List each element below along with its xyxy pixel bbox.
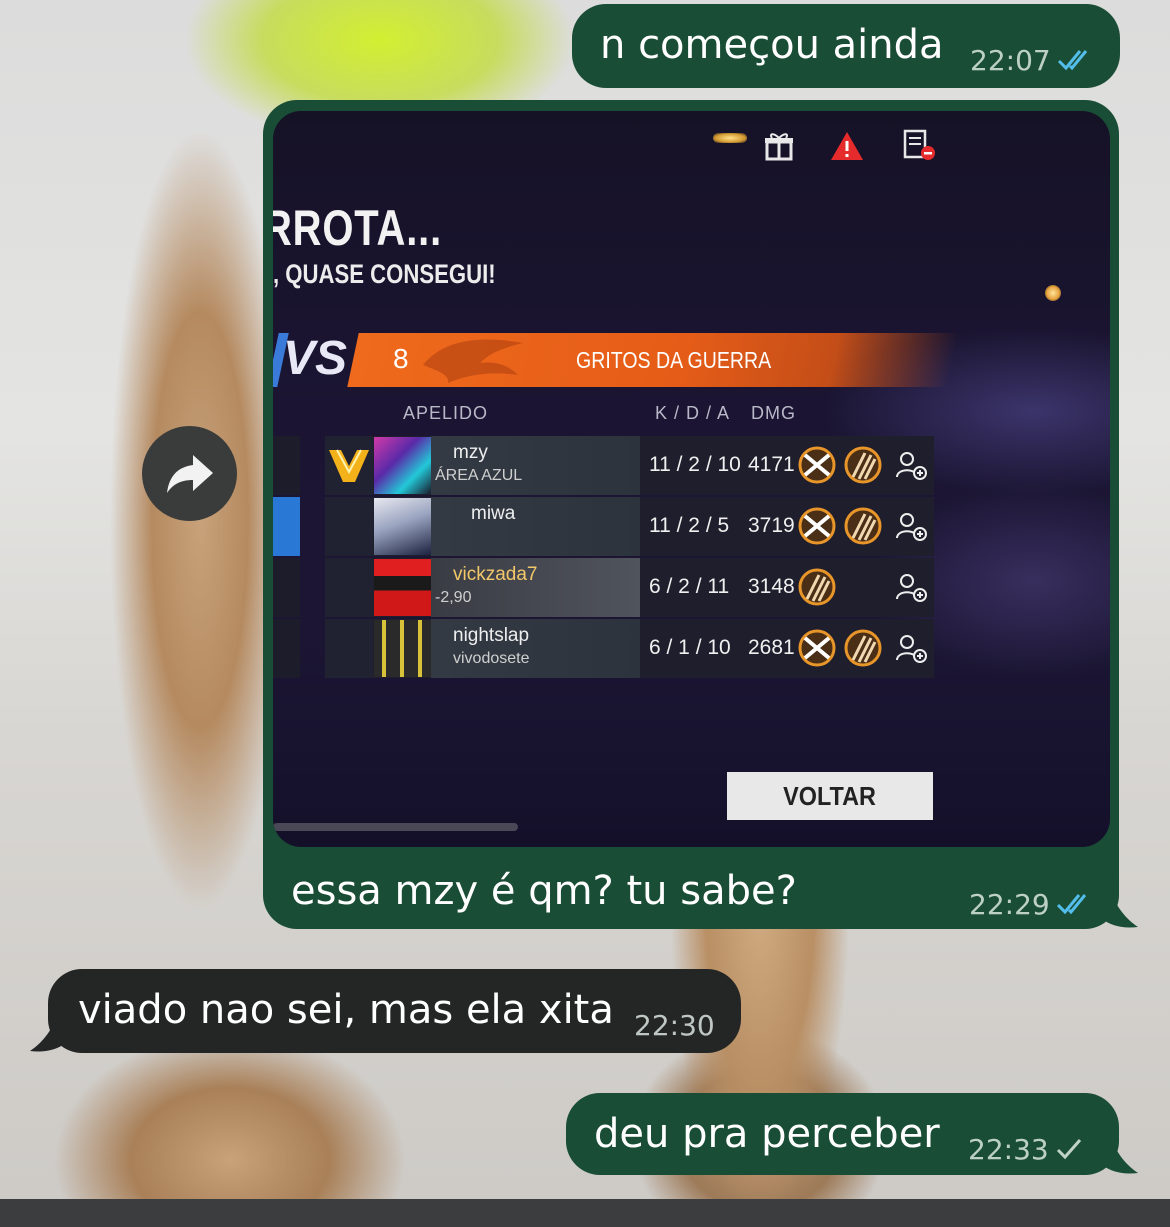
message-time: 22:30	[634, 1009, 715, 1042]
message-bubble-outgoing[interactable]: n começou ainda 22:07	[572, 4, 1120, 88]
team-name: GRITOS DA GUERRA	[576, 347, 772, 373]
player-kda: 6 / 1 / 10	[649, 636, 731, 659]
message-time: 22:33	[968, 1133, 1049, 1166]
kill-badge-icon	[798, 629, 836, 667]
bubble-tail	[30, 1013, 66, 1052]
add-friend-icon[interactable]	[895, 571, 927, 603]
message-time: 22:29	[969, 888, 1050, 921]
player-guild: ÁREA AZUL	[435, 467, 523, 484]
player-kda: 6 / 2 / 11	[649, 575, 730, 598]
forward-icon	[166, 454, 213, 493]
bubble-tail	[1102, 1135, 1138, 1174]
player-name: mzy	[453, 442, 488, 463]
player-kda: 11 / 2 / 10	[649, 453, 741, 476]
player-avatar	[374, 620, 431, 677]
opponent-row-stub-highlighted	[273, 497, 300, 556]
double-check-icon	[1057, 50, 1088, 71]
player-guild: -2,90	[435, 589, 472, 606]
input-bar[interactable]	[0, 1199, 1170, 1227]
player-avatar	[374, 559, 431, 616]
gift-icon[interactable]	[764, 131, 794, 161]
opponent-row-stub	[273, 558, 300, 617]
claw-badge-icon	[844, 507, 882, 545]
add-friend-icon[interactable]	[895, 449, 927, 481]
player-name: nightslap	[453, 625, 530, 646]
rank-cell	[325, 558, 373, 617]
player-row[interactable]: nightslap vivodosete 6 / 1 / 10 2681	[325, 619, 934, 678]
opponent-row-stub	[273, 436, 300, 495]
claw-badge-icon	[844, 446, 882, 484]
player-dmg: 3719	[748, 514, 795, 537]
ceiling-light	[1045, 285, 1061, 301]
horizontal-scrollbar[interactable]	[273, 823, 518, 831]
eagle-emblem	[423, 339, 523, 383]
player-guild: vivodosete	[453, 650, 530, 667]
team-score: 8	[393, 343, 409, 374]
message-bubble-outgoing[interactable]: deu pra perceber 22:33	[566, 1093, 1119, 1175]
name-cell	[431, 497, 640, 556]
claw-badge-icon	[844, 629, 882, 667]
player-avatar	[374, 498, 431, 555]
opponent-row-stub	[273, 619, 300, 678]
back-button-label: VOLTAR	[783, 780, 877, 811]
claw-badge-icon	[798, 568, 836, 606]
player-row[interactable]: mzy ÁREA AZUL 11 / 2 / 10 4171	[325, 436, 934, 495]
player-dmg: 2681	[748, 636, 795, 659]
ceiling-light	[713, 133, 747, 143]
player-row[interactable]: miwa 11 / 2 / 5 3719	[325, 497, 934, 556]
message-bubble-incoming[interactable]: viado nao sei, mas ela xita 22:30	[48, 969, 741, 1053]
column-header-kda: K / D / A	[655, 403, 731, 423]
kill-badge-icon	[798, 507, 836, 545]
player-dmg: 4171	[748, 453, 795, 476]
rank-cell	[325, 436, 373, 495]
add-friend-icon[interactable]	[895, 632, 927, 664]
kill-badge-icon	[798, 446, 836, 484]
single-check-icon	[1056, 1139, 1082, 1160]
back-button[interactable]: VOLTAR	[727, 772, 933, 820]
column-header-dmg: DMG	[751, 403, 796, 423]
message-text: deu pra perceber	[594, 1111, 940, 1157]
rank-cell	[325, 619, 373, 678]
result-title: RROTA...	[273, 200, 442, 256]
player-kda: 11 / 2 / 5	[649, 514, 730, 537]
player-row[interactable]: vickzada7 -2,90 6 / 2 / 11 3148	[325, 558, 934, 617]
message-text: viado nao sei, mas ela xita	[78, 987, 614, 1033]
result-subtitle: , QUASE CONSEGUI!	[273, 259, 496, 289]
rank-cell	[325, 497, 373, 556]
player-dmg: 3148	[748, 575, 795, 598]
player-avatar	[374, 437, 431, 494]
vs-label: VS	[283, 332, 348, 385]
warning-icon[interactable]	[830, 131, 864, 161]
double-check-icon	[1056, 894, 1087, 915]
report-icon[interactable]	[902, 129, 936, 161]
game-screenshot[interactable]: RROTA... , QUASE CONSEGUI! VS 8 GRITOS D…	[273, 111, 1110, 847]
image-caption: essa mzy é qm? tu sabe?	[291, 868, 797, 914]
forward-button[interactable]	[142, 426, 237, 521]
player-name: miwa	[471, 503, 516, 524]
message-text: n começou ainda	[600, 22, 944, 68]
add-friend-icon[interactable]	[895, 510, 927, 542]
mvp-icon	[329, 449, 369, 482]
column-header-nickname: APELIDO	[403, 403, 489, 423]
bubble-tail	[1102, 889, 1138, 928]
message-time: 22:07	[970, 44, 1051, 77]
player-name: vickzada7	[453, 564, 538, 585]
